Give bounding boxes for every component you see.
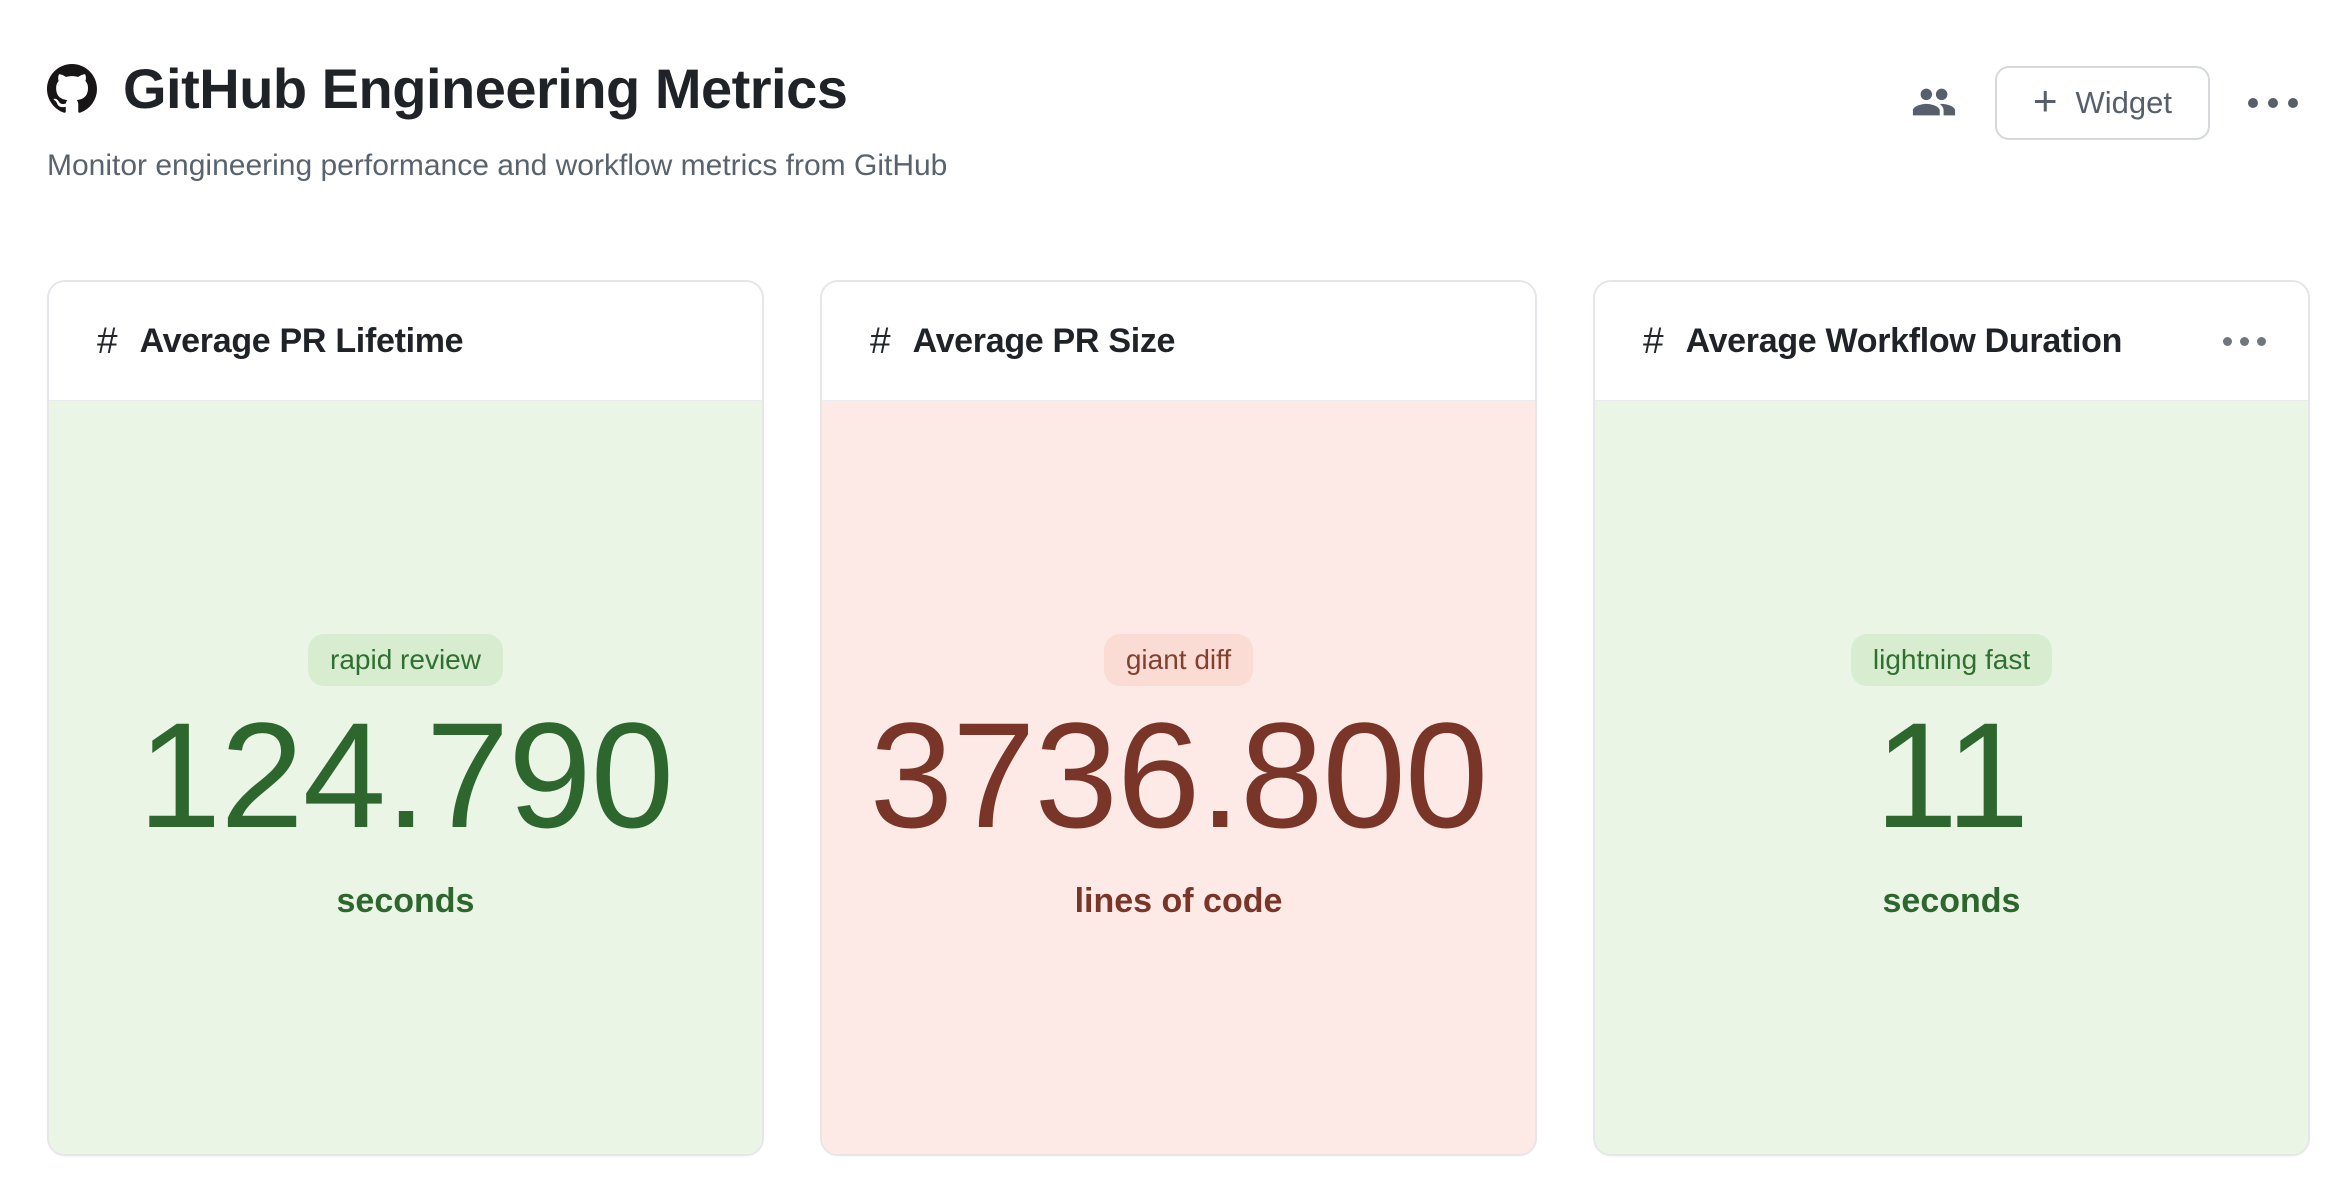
card-body: giant diff 3736.800 lines of code <box>822 401 1535 1154</box>
card-body: rapid review 124.790 seconds <box>49 401 762 1154</box>
status-badge: giant diff <box>1104 634 1253 686</box>
card-title: Average PR Lifetime <box>140 322 464 361</box>
widgets-grid: # Average PR Lifetime rapid review 124.7… <box>0 280 2338 1156</box>
title-row: GitHub Engineering Metrics <box>47 56 947 122</box>
github-logo-icon <box>47 64 97 114</box>
add-widget-button[interactable]: + Widget <box>1995 66 2210 140</box>
metric-unit: seconds <box>1883 882 2021 921</box>
people-icon <box>1911 79 1957 128</box>
plus-icon: + <box>2033 80 2058 122</box>
page-title: GitHub Engineering Metrics <box>123 56 847 122</box>
hash-icon: # <box>97 320 118 362</box>
ellipsis-icon <box>2223 337 2266 346</box>
metric-unit: lines of code <box>1075 882 1283 921</box>
status-badge: rapid review <box>308 634 503 686</box>
widget-card-avg-workflow-duration: # Average Workflow Duration lightning fa… <box>1593 280 2310 1156</box>
hash-icon: # <box>870 320 891 362</box>
page-subtitle: Monitor engineering performance and work… <box>47 148 947 184</box>
status-badge: lightning fast <box>1851 634 2052 686</box>
card-header: # Average PR Lifetime <box>49 282 762 401</box>
dashboard-menu-button[interactable] <box>2248 98 2298 108</box>
add-widget-label: Widget <box>2076 85 2172 121</box>
card-body: lightning fast 11 seconds <box>1595 401 2308 1154</box>
card-header: # Average PR Size <box>822 282 1535 401</box>
hash-icon: # <box>1643 320 1664 362</box>
metric-unit: seconds <box>337 882 475 921</box>
metric-value: 3736.800 <box>870 694 1488 856</box>
header-left: GitHub Engineering Metrics Monitor engin… <box>47 56 947 184</box>
metric-value: 124.790 <box>138 694 673 856</box>
card-menu-button[interactable] <box>2223 327 2266 356</box>
card-header: # Average Workflow Duration <box>1595 282 2308 401</box>
widget-card-avg-pr-size: # Average PR Size giant diff 3736.800 li… <box>820 280 1537 1156</box>
metric-value: 11 <box>1875 694 2029 856</box>
header-actions: + Widget <box>1911 66 2298 140</box>
widget-card-avg-pr-lifetime: # Average PR Lifetime rapid review 124.7… <box>47 280 764 1156</box>
dashboard-header: GitHub Engineering Metrics Monitor engin… <box>0 0 2338 184</box>
card-title: Average Workflow Duration <box>1686 322 2122 361</box>
ellipsis-icon <box>2248 98 2298 108</box>
collaborators-button[interactable] <box>1911 79 1957 128</box>
card-title: Average PR Size <box>913 322 1176 361</box>
